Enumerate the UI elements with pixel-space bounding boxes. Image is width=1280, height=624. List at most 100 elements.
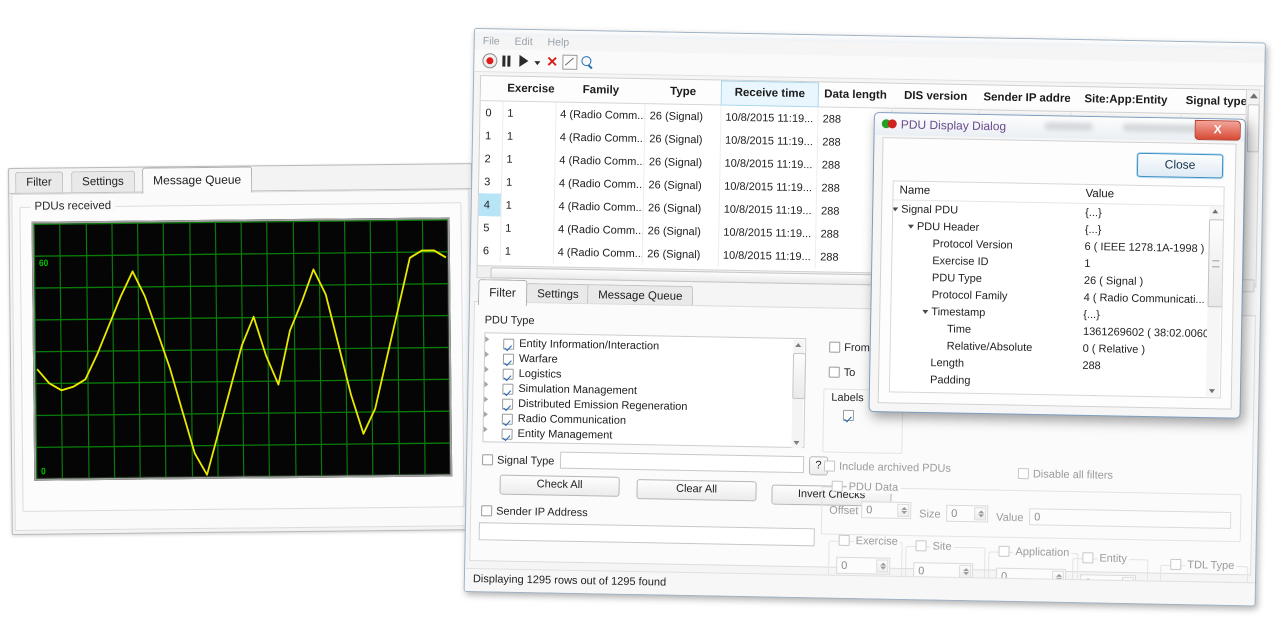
stepper-arrows-icon[interactable] [897, 504, 909, 517]
entity-checkbox[interactable] [1082, 552, 1093, 563]
offset-stepper[interactable]: 0 [861, 501, 911, 519]
th-site-app-entity[interactable]: Site:App:Entity [1071, 87, 1181, 113]
application-checkbox[interactable] [998, 546, 1009, 557]
menu-edit[interactable]: Edit [514, 34, 532, 50]
stepper-arrows-icon[interactable] [974, 507, 986, 520]
menu-help[interactable]: Help [547, 34, 569, 50]
sender-ip-input[interactable] [479, 522, 815, 546]
cell-exercise: 1 [503, 101, 556, 125]
clear-all-button[interactable]: Clear All [636, 479, 756, 501]
pdu-type-label: Entity Management [517, 428, 612, 442]
scroll-up-arrow-icon[interactable] [1212, 209, 1218, 213]
exercise-stepper[interactable]: 0 [836, 557, 890, 575]
th-dis-version[interactable]: DIS version [892, 84, 980, 110]
th-receive-time[interactable]: Receive time [721, 81, 819, 107]
expand-arrow-icon[interactable] [908, 225, 914, 229]
pdu-display-dialog: PDU Display Dialog X Close Name Value Si… [869, 112, 1246, 419]
table-vertical-scrollbar[interactable] [1242, 89, 1260, 285]
close-button[interactable]: Close [1137, 153, 1223, 179]
pdu-type-checkbox[interactable] [502, 399, 513, 410]
th-exercise[interactable]: Exercise [503, 77, 556, 102]
tdl-type-checkbox[interactable] [1170, 559, 1181, 570]
expand-arrow-icon[interactable] [484, 396, 488, 402]
search-icon[interactable] [581, 54, 594, 70]
exercise-checkbox[interactable] [839, 535, 850, 546]
expand-arrow-icon[interactable] [485, 336, 489, 342]
th-sender-ip[interactable]: Sender IP address [979, 86, 1071, 112]
pdu-type-checkbox[interactable] [502, 414, 513, 425]
scroll-up-arrow-icon[interactable] [795, 343, 801, 347]
delete-icon[interactable]: ✕ [546, 53, 558, 69]
site-checkbox[interactable] [915, 540, 926, 551]
cell-idx: 6 [478, 239, 501, 262]
th-type[interactable]: Type [645, 80, 721, 105]
close-icon[interactable]: X [1195, 120, 1241, 141]
check-all-button[interactable]: Check All [499, 475, 619, 497]
tab-filter[interactable]: Filter [478, 279, 527, 306]
signal-type-input[interactable] [560, 452, 804, 473]
sender-ip-checkbox[interactable] [481, 505, 492, 516]
chevron-down-icon[interactable] [534, 53, 540, 69]
tab-filter[interactable]: Filter [15, 171, 63, 193]
scroll-down-arrow-icon[interactable] [793, 441, 799, 445]
menu-file[interactable]: File [483, 33, 500, 49]
labels-checkbox[interactable] [843, 410, 854, 421]
app-icon [882, 118, 897, 129]
pdu-data-label: PDU Data [847, 481, 901, 494]
from-checkbox[interactable] [829, 342, 840, 353]
tab-message-queue[interactable]: Message Queue [142, 166, 252, 193]
scroll-up-arrow-icon[interactable] [1250, 93, 1258, 98]
scroll-down-arrow-icon[interactable] [1209, 389, 1215, 393]
edit-icon[interactable] [562, 54, 577, 70]
tree-row-value: 6 ( IEEE 1278.1A-1998 ) [1084, 241, 1204, 255]
expand-arrow-icon[interactable] [892, 207, 898, 211]
expand-arrow-icon[interactable] [922, 310, 928, 314]
tree-row-name: Time [947, 323, 971, 335]
signal-type-checkbox[interactable] [482, 454, 493, 465]
expand-arrow-icon[interactable] [485, 351, 489, 357]
pdu-type-checkbox[interactable] [502, 384, 513, 395]
th-data-length[interactable]: Data length [818, 83, 892, 108]
include-archived-checkbox[interactable] [824, 460, 835, 471]
cell-family: 4 (Radio Comm... [555, 126, 645, 151]
expand-arrow-icon[interactable] [484, 426, 488, 432]
stepper-arrows-icon[interactable] [876, 559, 888, 572]
chart-panel-body: PDUs received 600 [11, 189, 473, 531]
pdu-detail-tree[interactable]: Name Value Signal PDU{...}PDU Header{...… [889, 180, 1225, 398]
cell-idx: 4 [479, 193, 502, 216]
th-family[interactable]: Family [556, 78, 646, 104]
cell-exercise: 1 [502, 148, 555, 172]
th-index[interactable] [481, 77, 504, 101]
size-stepper[interactable]: 0 [946, 505, 988, 523]
pdu-type-checkbox[interactable] [503, 369, 514, 380]
expand-arrow-icon[interactable] [484, 411, 488, 417]
cell-type: 26 (Signal) [645, 104, 721, 129]
dialog-title: PDU Display Dialog [901, 117, 1007, 133]
expand-arrow-icon[interactable] [905, 395, 911, 399]
expand-arrow-icon[interactable] [485, 366, 489, 372]
pdu-data-checkbox[interactable] [832, 481, 843, 492]
pdu-type-checkbox[interactable] [503, 354, 514, 365]
cell-family: 4 (Radio Comm... [553, 217, 643, 242]
scrollbar-thumb[interactable] [1247, 104, 1260, 152]
pause-icon[interactable] [502, 53, 510, 69]
disable-all-filters-checkbox[interactable] [1018, 468, 1029, 479]
expand-arrow-icon[interactable] [484, 381, 488, 387]
to-checkbox[interactable] [829, 367, 840, 378]
cell-idx: 0 [480, 101, 503, 125]
scrollbar-thumb[interactable] [792, 353, 806, 399]
pdu-type-tree[interactable]: Entity Information/InteractionWarfareLog… [482, 332, 806, 448]
size-value: 0 [951, 508, 957, 520]
pdu-type-checkbox[interactable] [503, 339, 514, 350]
play-icon[interactable] [519, 53, 528, 69]
scrollbar-thumb[interactable] [1207, 219, 1224, 307]
application-label: Application [1013, 546, 1071, 559]
pdu-type-scrollbar[interactable] [791, 340, 804, 448]
entity-label: Entity [1097, 553, 1129, 566]
pdu-type-checkbox[interactable] [501, 429, 512, 440]
cell-type: 26 (Signal) [644, 150, 720, 174]
record-icon[interactable] [482, 52, 497, 68]
tree-col-value: Value [1085, 188, 1114, 201]
chart-svg: 600 [34, 219, 451, 478]
tab-settings[interactable]: Settings [71, 171, 135, 194]
